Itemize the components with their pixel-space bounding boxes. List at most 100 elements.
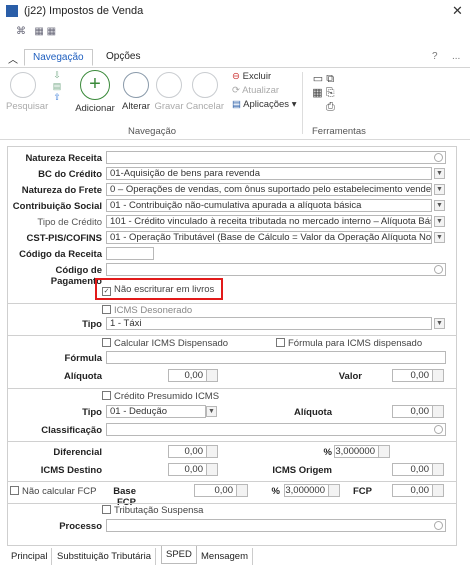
excluir-button[interactable]: ⊖ Excluir [232, 71, 271, 82]
formula-label: Fórmula [64, 353, 102, 364]
tab-navegacao[interactable]: Navegação [24, 49, 93, 66]
nav-arrows[interactable]: ⇩ ▤ ⇧ [48, 70, 66, 103]
spinner-icon[interactable] [432, 370, 443, 381]
chevron-down-icon[interactable]: ▼ [434, 216, 445, 227]
chevron-down-icon[interactable]: ▼ [434, 200, 445, 211]
aliquota-presumido-input[interactable]: 0,00 [392, 405, 444, 418]
adicionar-button[interactable]: + Adicionar [72, 70, 118, 114]
cancelar-button[interactable]: Cancelar [186, 72, 224, 112]
chevron-down-icon[interactable]: ▼ [206, 406, 217, 417]
save-icon[interactable]: ▦ [34, 26, 43, 37]
fcp-input[interactable]: 0,00 [392, 484, 444, 497]
chevron-down-icon[interactable]: ▼ [434, 168, 445, 179]
codigo-receita-input[interactable] [106, 247, 154, 260]
icms-origem-input[interactable]: 0,00 [392, 463, 444, 476]
chevron-down-icon[interactable]: ▼ [434, 232, 445, 243]
spinner-icon[interactable] [432, 464, 443, 475]
collapse-icon[interactable]: ︿ [8, 51, 18, 66]
checkbox-box[interactable] [102, 505, 111, 514]
aliquota-label: Alíquota [64, 371, 102, 382]
title-bar: (j22) Impostos de Venda ✕ [0, 0, 470, 22]
tributacao-suspensa-checkbox[interactable]: Tributação Suspensa [102, 505, 203, 516]
copy-icon[interactable]: ⧉ [326, 73, 334, 85]
percent-input[interactable]: 3,000000 [334, 445, 390, 458]
arrow-up-icon[interactable]: ⇧ [48, 92, 66, 103]
undo-icon [192, 72, 218, 98]
formula-icms-dispensado-checkbox[interactable]: Fórmula para ICMS dispensado [276, 338, 422, 349]
spinner-icon[interactable] [378, 446, 389, 457]
chevron-down-icon[interactable]: ▼ [434, 184, 445, 195]
spinner-icon[interactable] [206, 464, 217, 475]
pesquisar-button[interactable]: Pesquisar [6, 72, 48, 112]
icms-destino-input[interactable]: 0,00 [168, 463, 218, 476]
natureza-frete-label: Natureza do Frete [21, 185, 102, 196]
classificacao-input[interactable] [106, 423, 446, 436]
tab-substituicao-tributaria[interactable]: Substituição Tributária [53, 548, 156, 565]
spinner-icon[interactable] [206, 446, 217, 457]
percent-fcp-input[interactable]: 3,000000 [284, 484, 340, 497]
tools-icons: ▭ ⧉ ▦ ⎘ ⎙ [312, 72, 335, 114]
spinner-icon[interactable] [206, 370, 217, 381]
valor-input[interactable]: 0,00 [392, 369, 444, 382]
search-icon[interactable] [434, 153, 443, 162]
search-icon[interactable] [434, 425, 443, 434]
bottom-tabs: Principal Substituição Tributária SPED M… [7, 546, 457, 566]
codigo-pagamento-input[interactable] [106, 263, 446, 276]
highlight-box [95, 278, 223, 300]
aliquota-input[interactable]: 0,00 [168, 369, 218, 382]
diferencial-input[interactable]: 0,00 [168, 445, 218, 458]
pin-icon[interactable]: ⌘ [16, 26, 26, 37]
base-fcp-input[interactable]: 0,00 [194, 484, 248, 497]
natureza-receita-input[interactable] [106, 151, 446, 164]
calendar-icon[interactable]: ▦ [312, 87, 322, 99]
print-icon[interactable]: ⎙ [326, 101, 335, 113]
tipo-label: Tipo [82, 319, 102, 330]
credito-presumido-checkbox[interactable]: Crédito Presumido ICMS [102, 391, 219, 402]
spinner-icon[interactable] [432, 406, 443, 417]
search-icon[interactable] [434, 265, 443, 274]
checkbox-box[interactable] [10, 486, 19, 495]
nao-calcular-fcp-checkbox[interactable]: Não calcular FCP [10, 486, 96, 497]
tab-sped[interactable]: SPED [161, 546, 197, 564]
tab-opcoes[interactable]: Opções [106, 51, 140, 62]
doc-icon[interactable]: ⎘ [326, 87, 335, 99]
tipo-credito-select[interactable]: 101 - Crédito vinculado à receita tribut… [106, 215, 432, 228]
chevron-down-icon[interactable]: ▼ [434, 318, 445, 329]
valor-label: Valor [338, 371, 362, 382]
close-icon[interactable]: ✕ [452, 3, 463, 19]
list-icon[interactable]: ▤ [48, 81, 66, 92]
grid-icon[interactable]: ▦ [47, 26, 56, 37]
help-icon[interactable]: ? [432, 51, 438, 62]
tipo-credito-presumido-select[interactable]: 01 - Dedução [106, 405, 206, 418]
checkbox-box[interactable] [102, 391, 111, 400]
tab-mensagem[interactable]: Mensagem [197, 548, 253, 565]
icms-desonerado-checkbox[interactable]: ICMS Desonerado [102, 305, 192, 316]
spinner-icon[interactable] [328, 485, 339, 496]
atualizar-button[interactable]: ⟳ Atualizar [232, 85, 279, 96]
checkbox-box[interactable] [102, 338, 111, 347]
processo-input[interactable] [106, 519, 446, 532]
natureza-frete-select[interactable]: 0 – Operações de vendas, com ônus suport… [106, 183, 432, 196]
check-icon [156, 72, 182, 98]
contribuicao-social-select[interactable]: 01 - Contribuição não-cumulativa apurada… [106, 199, 432, 212]
icms-destino-label: ICMS Destino [40, 465, 102, 476]
alterar-button[interactable]: Alterar [118, 72, 154, 112]
tipo-desonerado-select[interactable]: 1 - Táxi [106, 317, 432, 330]
checkbox-box[interactable] [276, 338, 285, 347]
more-icon[interactable]: ... [452, 51, 460, 62]
section-divider [8, 441, 456, 442]
tab-principal[interactable]: Principal [7, 548, 53, 565]
formula-input[interactable] [106, 351, 446, 364]
search-icon[interactable] [434, 521, 443, 530]
spinner-icon[interactable] [236, 485, 247, 496]
checkbox-box[interactable] [102, 305, 111, 314]
calcular-icms-dispensado-checkbox[interactable]: Calcular ICMS Dispensado [102, 338, 228, 349]
aplicacoes-button[interactable]: ▤ Aplicações ▾ [232, 99, 296, 110]
gravar-button[interactable]: Gravar [152, 72, 186, 112]
ribbon-divider [302, 72, 303, 134]
chat-icon[interactable]: ▭ [313, 73, 323, 85]
arrow-down-icon[interactable]: ⇩ [48, 70, 66, 81]
spinner-icon[interactable] [432, 485, 443, 496]
bc-credito-select[interactable]: 01-Aquisição de bens para revenda [106, 167, 432, 180]
cst-pis-cofins-select[interactable]: 01 - Operação Tributável (Base de Cálcul… [106, 231, 432, 244]
